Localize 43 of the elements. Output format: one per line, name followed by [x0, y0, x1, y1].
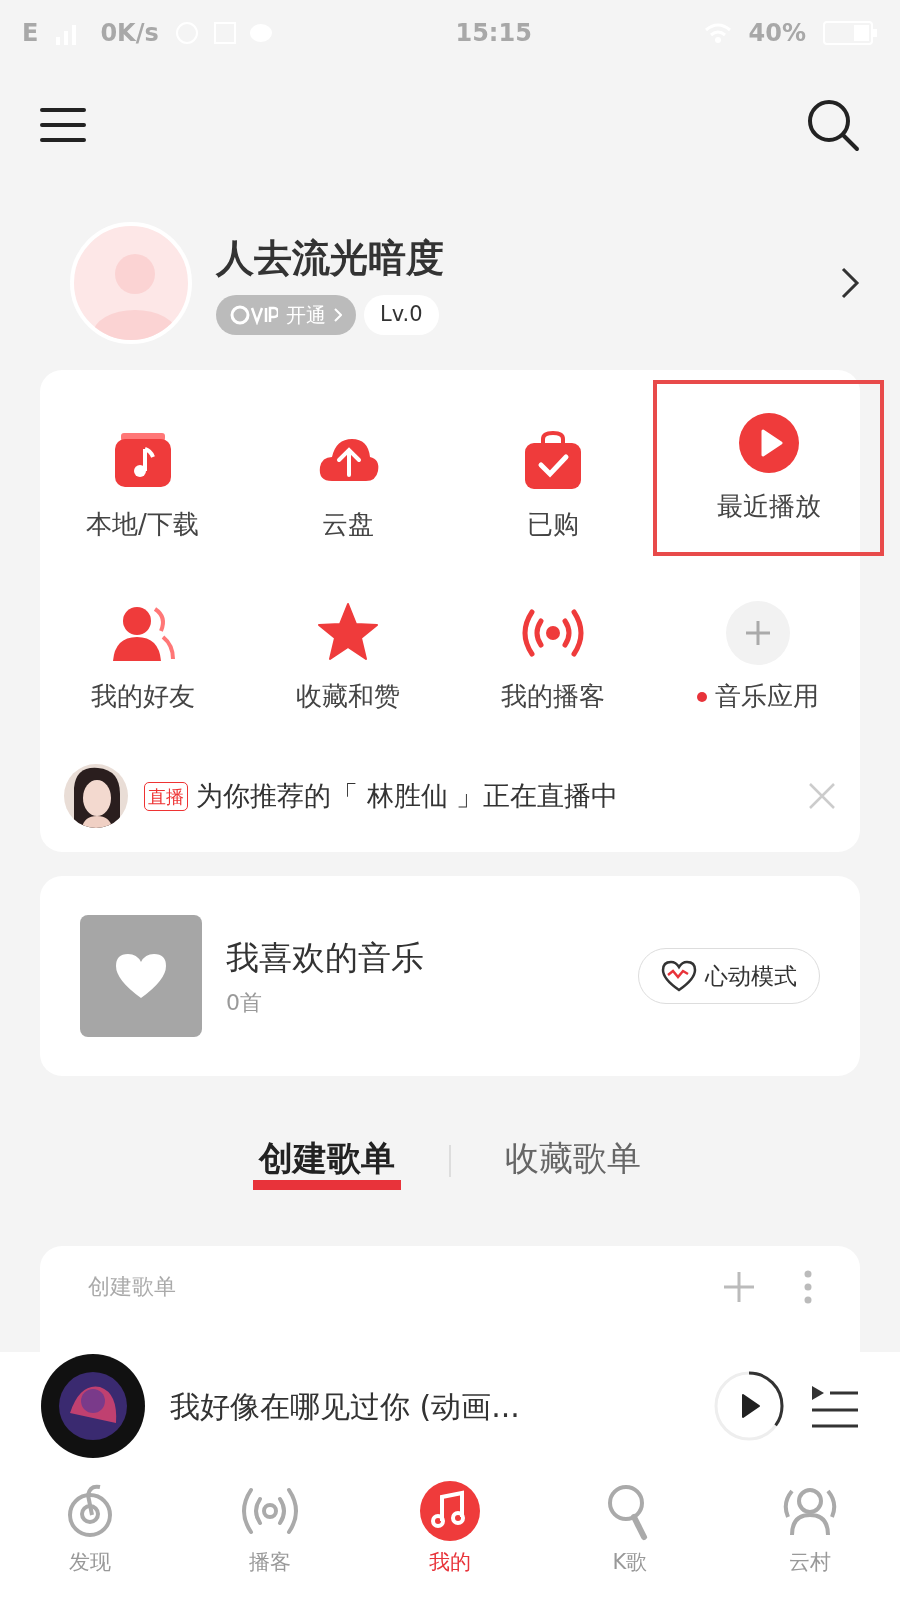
shortcut-item[interactable]: 收藏和赞	[245, 572, 450, 744]
shortcut-item[interactable]: 本地/下载	[40, 400, 245, 572]
shortcut-label: 已购	[526, 507, 579, 541]
shortcut-item[interactable]: 云盘	[245, 400, 450, 572]
vip-logo-icon	[230, 305, 278, 325]
playlist-icon[interactable]	[810, 1384, 860, 1428]
shortcut-item[interactable]: 音乐应用	[655, 572, 860, 744]
user-name: 人去流光暗度	[216, 235, 445, 283]
heartbeat-icon	[661, 960, 697, 992]
shortcut-item[interactable]: 最近播放	[655, 382, 882, 554]
shortcut-item[interactable]: 已购	[450, 400, 655, 572]
speed-label: 0K/s	[100, 17, 159, 49]
clock: 15:15	[455, 17, 532, 49]
cover-tile[interactable]	[80, 915, 202, 1037]
playlist-title[interactable]: 我喜欢的音乐	[226, 932, 638, 983]
shortcut-label: 音乐应用	[696, 676, 819, 716]
search-icon[interactable]	[806, 98, 860, 152]
tab[interactable]: 收藏歌单	[499, 1132, 647, 1190]
heartbeat-mode-button[interactable]: 心动模式	[638, 947, 820, 1005]
chevron-right-icon[interactable]	[840, 265, 860, 300]
live-tag: 直播	[144, 781, 188, 811]
chevron-right-icon	[334, 308, 342, 322]
song-count: 0首	[226, 989, 263, 1018]
play-icon	[736, 410, 801, 475]
network-label: E	[22, 17, 39, 49]
shortcut-item[interactable]: 我的好友	[40, 572, 245, 744]
song-title[interactable]: 我好像在哪见过你 (动画...	[170, 1383, 688, 1429]
menu-icon[interactable]	[40, 107, 86, 143]
music-note-icon	[420, 1481, 480, 1542]
section-title: 创建歌单	[88, 1273, 176, 1301]
shortcut-label: 我的好友	[90, 679, 195, 713]
shortcut-label: 最近播放	[716, 489, 821, 523]
shortcut-label: 本地/下载	[86, 507, 199, 541]
battery-percent: 40%	[748, 17, 806, 49]
nav-tab[interactable]: 我的	[360, 1481, 540, 1579]
shortcut-label: 收藏和赞	[295, 679, 400, 713]
shortcut-item[interactable]: 我的播客	[450, 572, 655, 744]
level-badge: Lv.0	[364, 295, 439, 335]
add-icon	[725, 600, 790, 665]
shortcut-label: 我的播客	[500, 679, 605, 713]
live-recommendation-text[interactable]: 为你推荐的「 林胜仙 」正在直播中	[196, 775, 619, 817]
shortcut-label: 云盘	[321, 507, 374, 541]
heart-icon	[114, 952, 168, 1000]
